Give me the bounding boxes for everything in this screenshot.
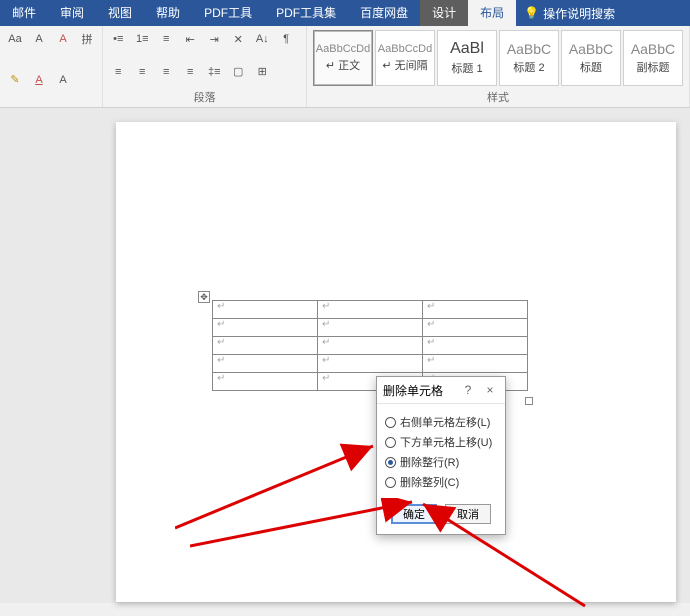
table-row[interactable]: ↵↵↵ [213,319,528,337]
dialog-titlebar[interactable]: 删除单元格 ? × [377,377,505,404]
style-normal[interactable]: AaBbCcDd ↵ 正文 [313,30,373,86]
style-preview: AaBbCcDd [316,43,370,55]
style-preview: AaBl [450,40,484,58]
table-move-handle[interactable]: ✥ [198,291,210,303]
style-caption: 标题 2 [513,59,544,75]
tab-review[interactable]: 审阅 [48,0,96,26]
style-caption: 标题 1 [451,60,482,76]
radio-icon [385,477,396,488]
dialog-title-text: 删除单元格 [383,382,455,399]
justify-button[interactable]: ≡ [181,63,199,81]
radio-shift-up[interactable]: 下方单元格上移(U) [385,434,497,450]
group-label-paragraph: 段落 [109,89,300,105]
style-no-spacing[interactable]: AaBbCcDd ↵ 无间隔 [375,30,435,86]
tab-baidu-netdisk[interactable]: 百度网盘 [348,0,420,26]
radio-label: 删除整行(R) [400,454,459,470]
font-color-a-button[interactable]: A [54,30,72,48]
style-caption: ↵ 正文 [326,57,360,73]
increase-indent-button[interactable]: ⇥ [205,30,223,48]
tab-mail[interactable]: 邮件 [0,0,48,26]
ribbon-group-paragraph: •≡ 1≡ ≡ ⇤ ⇥ ✕ A↓ ¶ ≡ ≡ ≡ ≡ ‡≡ ▢ ⊞ 段落 [103,26,307,107]
multilevel-button[interactable]: ≡ [157,30,175,48]
delete-cells-dialog: 删除单元格 ? × 右侧单元格左移(L) 下方单元格上移(U) 删除整行(R) … [376,376,506,535]
tell-me-search[interactable]: 💡 操作说明搜索 [516,5,623,22]
style-preview: AaBbC [631,41,675,57]
style-preview: AaBbC [569,41,613,57]
radio-delete-col[interactable]: 删除整列(C) [385,474,497,490]
table-row[interactable]: ↵↵↵ [213,355,528,373]
phonetic-guide-button[interactable]: 拼 [78,30,96,48]
align-left-button[interactable]: ≡ [109,63,127,81]
font-case-button[interactable]: Aa [6,30,24,48]
shading-button[interactable]: ▢ [229,63,247,81]
style-caption: 副标题 [637,59,670,75]
tab-design[interactable]: 设计 [420,0,468,26]
style-gallery[interactable]: AaBbCcDd ↵ 正文 AaBbCcDd ↵ 无间隔 AaBl 标题 1 A… [313,30,683,86]
style-preview: AaBbC [507,41,551,57]
tab-pdf-toolset[interactable]: PDF工具集 [264,0,348,26]
bullets-button[interactable]: •≡ [109,30,127,48]
tab-layout[interactable]: 布局 [468,0,516,26]
tab-help[interactable]: 帮助 [144,0,192,26]
workspace: ✥ ↵↵↵ ↵↵↵ ↵↵↵ ↵↵↵ ↵↵↵ 删除单元格 ? × 右侧单元格左移(… [0,108,690,603]
style-heading2[interactable]: AaBbC 标题 2 [499,30,559,86]
lightbulb-icon: 💡 [524,6,539,20]
table-row[interactable]: ↵↵↵ [213,337,528,355]
decrease-indent-button[interactable]: ⇤ [181,30,199,48]
line-spacing-button[interactable]: ‡≡ [205,63,223,81]
style-subtitle[interactable]: AaBbC 副标题 [623,30,683,86]
radio-label: 右侧单元格左移(L) [400,414,490,430]
tell-me-label: 操作说明搜索 [543,5,615,22]
text-direction-button[interactable]: ✕ [229,30,247,48]
group-label-styles: 样式 [313,89,683,105]
table-resize-handle[interactable] [525,397,533,405]
radio-icon [385,417,396,428]
clear-format-button[interactable]: A [30,30,48,48]
help-icon[interactable]: ? [459,381,477,399]
style-caption: ↵ 无间隔 [382,57,427,73]
font-color-button[interactable]: A [30,71,48,89]
tab-view[interactable]: 视图 [96,0,144,26]
ribbon-group-font: Aa A A 拼 ✎ A A [0,26,103,107]
radio-icon [385,437,396,448]
dialog-actions: 确定 取消 [377,498,505,534]
sort-button[interactable]: A↓ [253,30,271,48]
dialog-body: 右侧单元格左移(L) 下方单元格上移(U) 删除整行(R) 删除整列(C) [377,404,505,498]
borders-button[interactable]: ⊞ [253,63,271,81]
close-icon[interactable]: × [481,381,499,399]
style-preview: AaBbCcDd [378,43,432,55]
show-marks-button[interactable]: ¶ [277,30,295,48]
numbering-button[interactable]: 1≡ [133,30,151,48]
radio-delete-row[interactable]: 删除整行(R) [385,454,497,470]
radio-shift-left[interactable]: 右侧单元格左移(L) [385,414,497,430]
radio-label: 删除整列(C) [400,474,459,490]
cancel-button[interactable]: 取消 [445,504,491,524]
align-center-button[interactable]: ≡ [133,63,151,81]
ok-button[interactable]: 确定 [391,504,437,524]
tab-pdf-tools[interactable]: PDF工具 [192,0,264,26]
radio-label: 下方单元格上移(U) [400,434,492,450]
ribbon-tabs: 邮件 审阅 视图 帮助 PDF工具 PDF工具集 百度网盘 设计 布局 💡 操作… [0,0,690,26]
style-heading1[interactable]: AaBl 标题 1 [437,30,497,86]
table-row[interactable]: ↵↵↵ [213,301,528,319]
radio-icon [385,457,396,468]
align-right-button[interactable]: ≡ [157,63,175,81]
style-caption: 标题 [580,59,602,75]
ribbon-panel: Aa A A 拼 ✎ A A •≡ 1≡ ≡ ⇤ ⇥ ✕ A↓ ¶ ≡ ≡ ≡ … [0,26,690,108]
highlight-button[interactable]: ✎ [6,71,24,89]
style-title[interactable]: AaBbC 标题 [561,30,621,86]
ribbon-group-styles: AaBbCcDd ↵ 正文 AaBbCcDd ↵ 无间隔 AaBl 标题 1 A… [307,26,690,107]
char-border-button[interactable]: A [54,71,72,89]
